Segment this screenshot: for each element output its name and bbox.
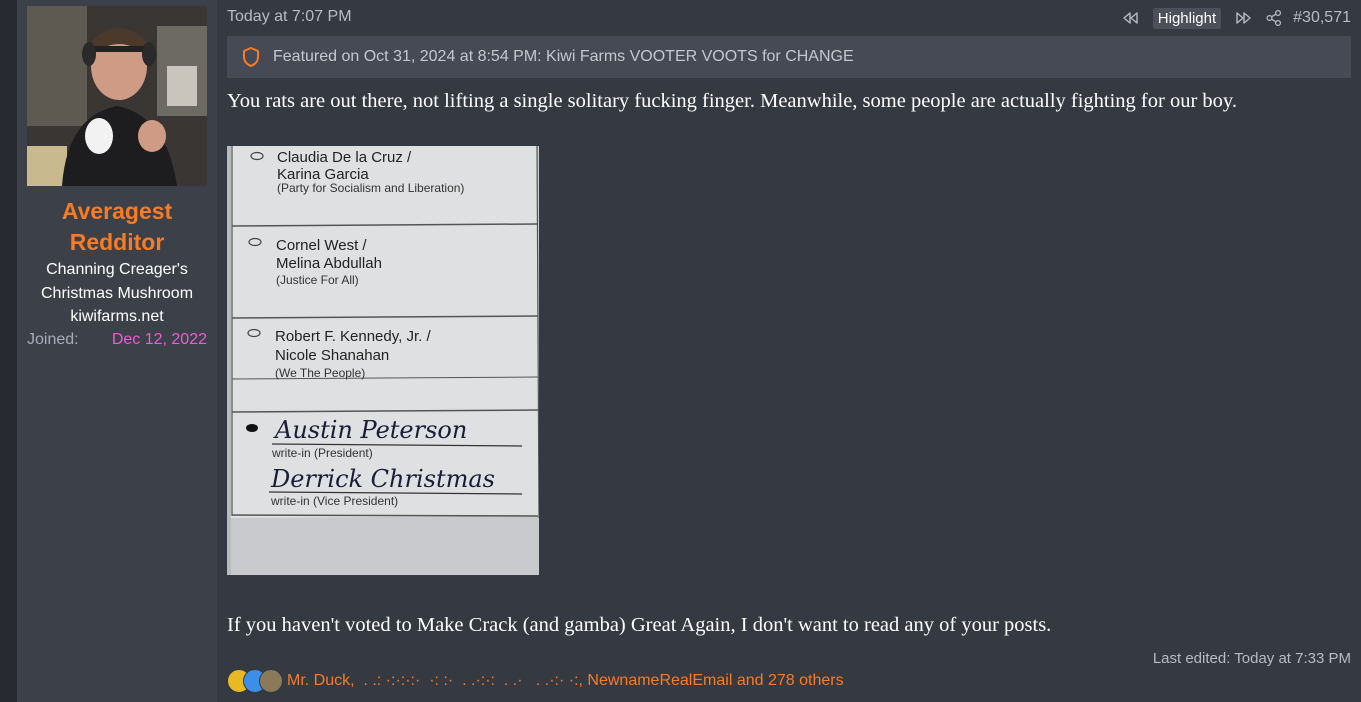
writein-label: write-in (President) <box>271 446 373 460</box>
ballot-party: (We The People) <box>275 366 365 380</box>
duck-icon <box>259 669 283 693</box>
ballot-party: (Justice For All) <box>276 273 359 287</box>
reactors-list[interactable]: Mr. Duck, . .: ·:·:·:· ·: :· . .·:·: . .… <box>287 672 844 690</box>
post-body-line: If you haven't voted to Make Crack (and … <box>227 614 1052 636</box>
ballot-candidate-names: Melina Abdullah <box>276 255 382 272</box>
joined-label: Joined: <box>27 331 79 348</box>
post-actions: Highlight #30,571 <box>1121 6 1351 30</box>
post-body-line: You rats are out there, not lifting a si… <box>227 90 1237 112</box>
highlight-button[interactable]: Highlight <box>1152 7 1222 29</box>
user-title-line: kiwifarms.net <box>70 308 164 325</box>
ballot-party: (Party for Socialism and Liberation) <box>277 181 464 195</box>
handwritten-president: Austin Peterson <box>273 416 467 444</box>
page-gutter <box>0 0 17 702</box>
ballot-candidate-names: Nicole Shanahan <box>275 347 389 364</box>
username-link[interactable]: Averagest Redditor <box>17 196 217 258</box>
ballot-image[interactable]: Claudia De la Cruz / Karina Garcia (Part… <box>227 146 539 575</box>
featured-text: Featured on Oct 31, 2024 at 8:54 PM: Kiw… <box>273 48 854 65</box>
reaction-icons[interactable] <box>227 669 283 693</box>
featured-notice[interactable]: Featured on Oct 31, 2024 at 8:54 PM: Kiw… <box>227 36 1351 78</box>
fast-forward-icon[interactable] <box>1235 9 1253 27</box>
ballot-candidate-names: Claudia De la Cruz / <box>277 149 412 166</box>
user-title-line: Christmas Mushroom <box>40 284 194 302</box>
writein-label: write-in (Vice President) <box>270 494 398 508</box>
joined-date: Dec 12, 2022 <box>111 331 207 348</box>
user-title: Channing Creager's Christmas Mushroom ki… <box>17 258 217 329</box>
avatar[interactable] <box>27 6 207 186</box>
joined-row: Joined: Dec 12, 2022 <box>27 331 207 353</box>
last-edited: Last edited: Today at 7:33 PM <box>1152 650 1351 667</box>
handwritten-vp: Derrick Christmas <box>270 465 495 493</box>
post-date[interactable]: Today at 7:07 PM <box>227 8 352 26</box>
share-icon[interactable] <box>1265 9 1283 27</box>
post-number-link[interactable]: #30,571 <box>1293 9 1351 27</box>
reactions-bar[interactable]: Mr. Duck, . .: ·:·:·:· ·: :· . .·:·: . .… <box>227 668 844 694</box>
post-main: Today at 7:07 PM Highlight #30,571 Featu… <box>227 0 1351 702</box>
ballot-candidate-names: Robert F. Kennedy, Jr. / <box>275 328 431 345</box>
user-info-panel: Averagest Redditor Channing Creager's Ch… <box>17 0 217 702</box>
shield-icon <box>241 46 261 68</box>
ballot-candidate-names: Cornel West / <box>276 237 367 254</box>
user-title-line: Channing Creager's <box>46 261 188 278</box>
message-post: Averagest Redditor Channing Creager's Ch… <box>17 0 1361 702</box>
rewind-icon[interactable] <box>1121 9 1139 27</box>
